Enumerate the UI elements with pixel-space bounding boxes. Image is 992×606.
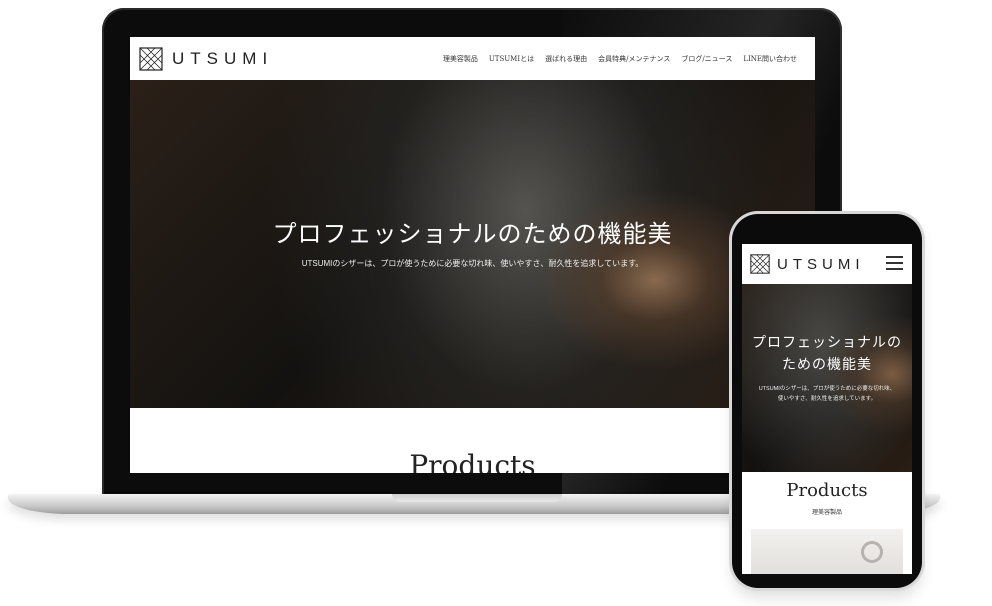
logo-text: UTSUMI — [172, 48, 274, 68]
mobile-hero-subtitle: UTSUMIのシザーは、プロが使うために必要な切れ味、 使いやすさ、耐久性を追求… — [742, 384, 912, 404]
mobile-logo-text: UTSUMI — [777, 255, 865, 273]
nav-item-reasons[interactable]: 選ばれる理由 — [545, 54, 587, 64]
mobile-products-title: Products — [786, 480, 868, 501]
laptop-notch — [392, 494, 562, 502]
mobile-products-subtitle: 理美容製品 — [811, 509, 842, 516]
site-logo[interactable]: UTSUMI — [139, 46, 274, 71]
mobile-hero-title: プロフェッショナルの ための機能美 — [742, 332, 912, 376]
hamburger-menu-icon[interactable] — [886, 256, 903, 270]
products-heading: Products — [409, 449, 536, 473]
phone-frame: UTSUMI プロフェッショナルの ための機能美 UTSUMIのシザーは、プロが… — [732, 214, 922, 588]
mobile-header: UTSUMI — [742, 244, 912, 284]
main-nav: 理美容製品 UTSUMIとは 選ばれる理由 会員特典/メンテナンス ブログ/ニュ… — [443, 54, 797, 64]
hero-title: プロフェッショナルのための機能美 — [272, 220, 673, 248]
nav-item-blog[interactable]: ブログ/ニュース — [681, 54, 732, 64]
hero-section: プロフェッショナルのための機能美 UTSUMIのシザーは、プロが使うために必要な… — [130, 80, 815, 408]
nav-item-membership[interactable]: 会員特典/メンテナンス — [598, 54, 670, 64]
mobile-hero: プロフェッショナルの ための機能美 UTSUMIのシザーは、プロが使うために必要… — [742, 284, 912, 472]
phone-screen: UTSUMI プロフェッショナルの ための機能美 UTSUMIのシザーは、プロが… — [742, 244, 912, 574]
nav-item-line-contact[interactable]: LINE問い合わせ — [743, 54, 797, 64]
mobile-hero-title-line2: ための機能美 — [782, 357, 872, 373]
product-image-ring — [861, 541, 883, 563]
nav-item-products[interactable]: 理美容製品 — [443, 54, 478, 64]
laptop-screen: UTSUMI 理美容製品 UTSUMIとは 選ばれる理由 会員特典/メンテナンス… — [130, 37, 815, 473]
mobile-hero-title-line1: プロフェッショナルの — [752, 335, 902, 351]
utsumi-logo-mark-icon — [139, 46, 163, 71]
hero-subtitle: UTSUMIのシザーは、プロが使うために必要な切れ味、使いやすさ、耐久性を追求し… — [301, 259, 644, 268]
mobile-logo[interactable]: UTSUMI — [750, 254, 865, 274]
mobile-hero-sub-line2: 使いやすさ、耐久性を追求しています。 — [777, 396, 877, 402]
mobile-hero-sub-line1: UTSUMIのシザーは、プロが使うために必要な切れ味、 — [758, 386, 896, 392]
site-header: UTSUMI 理美容製品 UTSUMIとは 選ばれる理由 会員特典/メンテナンス… — [130, 37, 815, 80]
utsumi-logo-mark-icon — [750, 254, 770, 274]
nav-item-about[interactable]: UTSUMIとは — [489, 54, 534, 64]
product-thumbnail[interactable] — [751, 529, 903, 574]
